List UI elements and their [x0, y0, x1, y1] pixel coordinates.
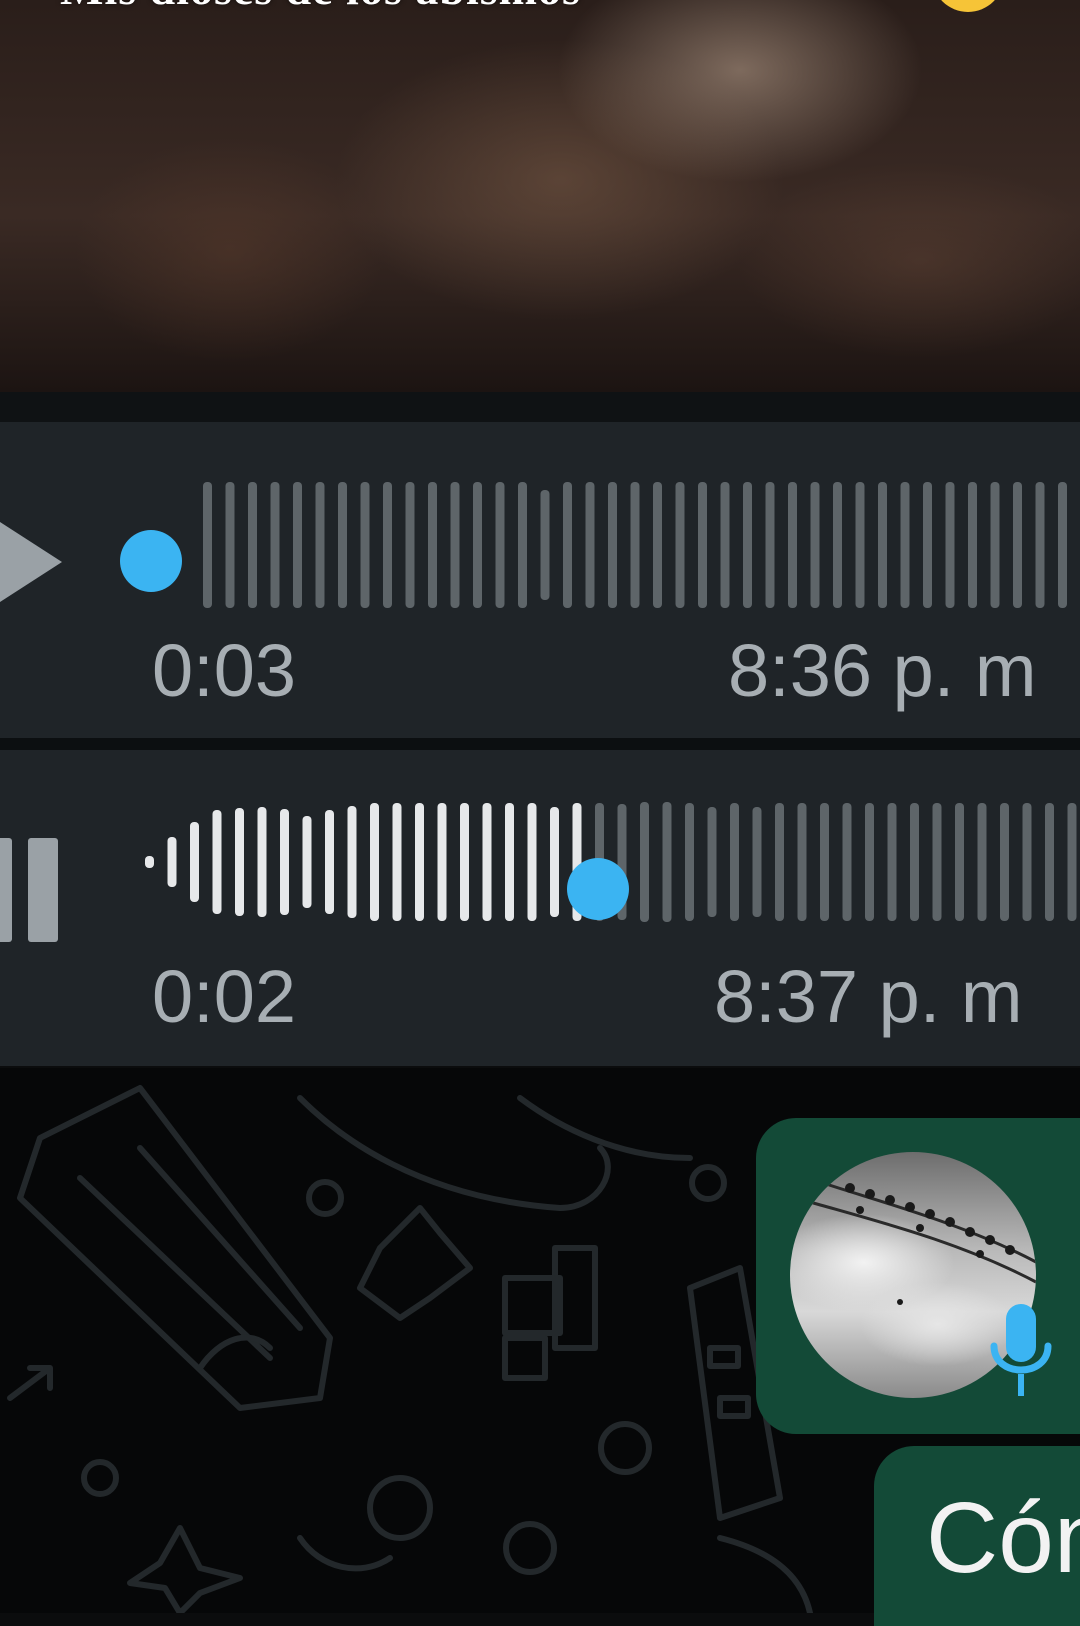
play-icon[interactable]	[0, 522, 62, 602]
message-text: Cón	[926, 1482, 1080, 1594]
shape-doodle	[357, 1205, 473, 1321]
voice-duration: 0:02	[152, 955, 297, 1038]
voice-duration: 0:03	[152, 629, 297, 712]
pause-bar	[0, 838, 12, 942]
divider	[0, 738, 1080, 750]
pause-bar	[28, 838, 58, 942]
microphone-icon	[990, 1304, 1052, 1396]
star-doodle	[127, 1525, 243, 1613]
pencil-doodle	[17, 1085, 333, 1411]
divider	[0, 392, 1080, 422]
video-caption: Mis dioses de los abismos	[60, 0, 581, 15]
pause-icon[interactable]	[0, 838, 60, 942]
message-timestamp: 8:37 p. m	[714, 955, 1023, 1038]
grinning-face-emoji	[932, 0, 1004, 12]
message-timestamp: 8:36 p. m	[728, 629, 1037, 712]
playback-scrubber[interactable]	[567, 858, 629, 920]
status-video-frame: Mis dioses de los abismos	[0, 0, 1080, 392]
playback-scrubber[interactable]	[120, 530, 182, 592]
